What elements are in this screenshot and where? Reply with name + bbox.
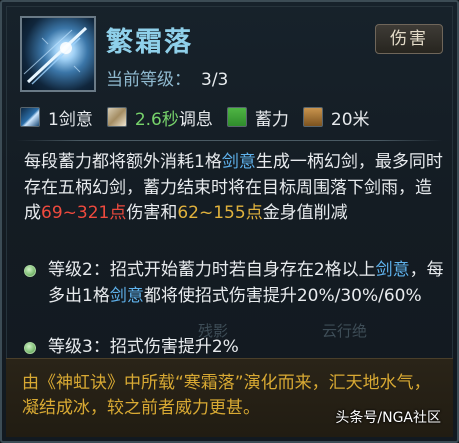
stat-cast: 蓄力 <box>226 105 289 130</box>
stat-cooldown-suffix: 调息 <box>178 109 213 130</box>
damage-min: 69 <box>41 203 63 223</box>
level-bullet-icon <box>24 342 36 354</box>
level-bullet-icon <box>24 265 36 277</box>
skill-tooltip: 繁霜落 当前等级： 3/3 伤害 1剑意 2.6秒 调息 蓄力 20米 每段蓄力都将… <box>0 0 459 443</box>
hourglass-icon <box>106 107 127 127</box>
desc-text: 每段蓄力都将额外消耗1格 <box>24 152 222 172</box>
stat-cast-value: 蓄力 <box>254 109 289 130</box>
sword-qi-icon <box>20 107 40 127</box>
skill-name: 繁霜落 <box>106 27 193 58</box>
level-value: 3/3 <box>201 70 229 90</box>
gold-min: 62 <box>177 203 199 223</box>
damage-unit: 点 <box>109 203 127 223</box>
desc-text: 金身值削减 <box>262 203 348 223</box>
level-text: 等级2：招式开始蓄力时若自身存在2格以上 <box>48 260 376 280</box>
skill-type-badge: 伤害 <box>375 24 443 54</box>
skill-stats: 1剑意 2.6秒 调息 蓄力 20米 <box>20 104 443 130</box>
stat-cooldown-value: 2.6秒 <box>134 109 179 130</box>
desc-text: 伤害和 <box>126 203 178 223</box>
watermark: 头条号/NGA社区 <box>335 410 441 426</box>
ice-sword-icon <box>20 16 96 92</box>
level-2-text: 等级2：招式开始蓄力时若自身存在2格以上剑意，每多出1格剑意都将使招式伤害提升2… <box>48 258 444 309</box>
gold-max: 155 <box>213 203 246 223</box>
stat-range: 20米 <box>302 105 370 130</box>
current-level: 当前等级： 3/3 <box>106 65 228 90</box>
level-label: 当前等级： <box>106 70 191 90</box>
skill-description: 每段蓄力都将额外消耗1格剑意生成一柄幻剑，最多同时存在五柄幻剑，蓄力结束时将在目… <box>24 150 444 227</box>
damage-sep: ~ <box>62 203 77 223</box>
keyword-sword-qi: 剑意 <box>375 260 410 280</box>
stat-cooldown: 2.6秒 调息 <box>106 105 213 130</box>
stat-cost-value: 1剑意 <box>48 109 93 130</box>
level-2-effect: 等级2：招式开始蓄力时若自身存在2格以上剑意，每多出1格剑意都将使招式伤害提升2… <box>24 258 444 309</box>
range-icon <box>302 107 323 127</box>
level-3-effect: 等级3：招式伤害提升2% <box>24 335 444 361</box>
stat-range-value: 20米 <box>330 109 370 130</box>
charge-icon <box>226 107 247 127</box>
damage-max: 321 <box>76 203 110 223</box>
level-text: 都将使招式伤害提升20%/30%/60% <box>143 285 422 306</box>
stat-cost: 1剑意 <box>20 105 93 130</box>
lore-footer: 由《神虹诀》中所载“寒霜落”演化而来，汇天地水气，凝结成冰，较之前者威力更甚。 … <box>6 358 453 437</box>
keyword-sword-qi: 剑意 <box>221 152 256 172</box>
gold-unit: 点 <box>245 203 263 223</box>
keyword-sword-qi: 剑意 <box>109 285 144 306</box>
divider <box>16 140 443 141</box>
gold-sep: ~ <box>198 203 214 223</box>
level-3-text: 等级3：招式伤害提升2% <box>48 337 239 357</box>
